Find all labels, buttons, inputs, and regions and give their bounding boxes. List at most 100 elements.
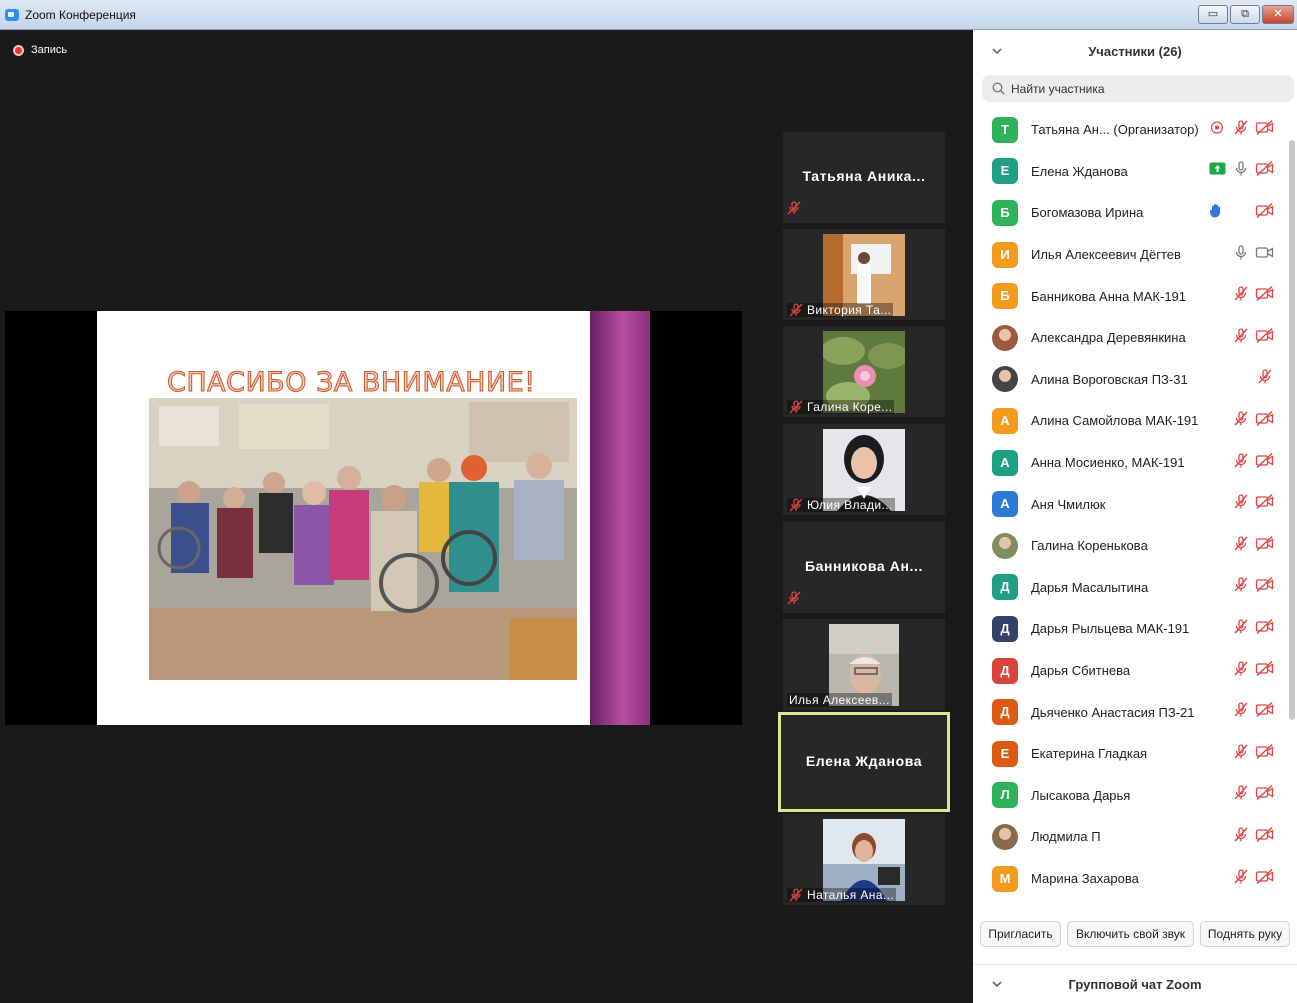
- chat-header[interactable]: Групповой чат Zoom: [973, 964, 1297, 1003]
- video-tile[interactable]: Банникова Ан...: [783, 522, 945, 613]
- active-speaker-tile[interactable]: Елена Жданова: [778, 712, 950, 812]
- participant-row[interactable]: Б Банникова Анна МАК-191: [973, 275, 1285, 317]
- participant-row[interactable]: Д Дарья Рыльцева МАК-191: [973, 608, 1285, 650]
- participant-row[interactable]: Галина Кореньковa: [973, 525, 1285, 567]
- camera-off-icon[interactable]: [1255, 452, 1275, 473]
- participants-title: Участники (26): [1088, 44, 1182, 59]
- camera-icon[interactable]: [1255, 244, 1275, 265]
- participant-row[interactable]: А Анна Мосиенко, МАК-191: [973, 442, 1285, 484]
- mic-muted-icon[interactable]: [1233, 660, 1249, 681]
- avatar: [992, 823, 1018, 850]
- participant-row[interactable]: Д Дьяченко Анастасия ПЗ-21: [973, 691, 1285, 733]
- recording-indicator[interactable]: Запись: [13, 44, 67, 56]
- participant-name: Лысакова Дарья: [1031, 787, 1131, 803]
- restore-button[interactable]: ⧉: [1230, 5, 1260, 24]
- camera-off-icon[interactable]: [1255, 826, 1275, 847]
- participant-row[interactable]: Д Дарья Сбитнева: [973, 650, 1285, 692]
- search-box[interactable]: [982, 75, 1294, 102]
- participant-row[interactable]: Александра Деревянкина: [973, 317, 1285, 359]
- participant-name: Анна Мосиенко, МАК-191: [1031, 455, 1185, 471]
- mic-muted-icon[interactable]: [1233, 743, 1249, 764]
- avatar: Д: [992, 615, 1018, 642]
- avatar: И: [992, 241, 1018, 268]
- camera-off-icon[interactable]: [1255, 327, 1275, 348]
- mic-muted-icon[interactable]: [1233, 785, 1249, 806]
- participant-row[interactable]: Б Богомазова Ирина: [973, 192, 1285, 234]
- video-tile[interactable]: Виктория Та...: [783, 229, 945, 320]
- camera-off-icon[interactable]: [1255, 119, 1275, 140]
- video-tile[interactable]: Татьяна Аника...: [783, 132, 945, 223]
- slide-title: СПАСИБО ЗА ВНИМАНИЕ!: [167, 367, 536, 399]
- camera-off-icon[interactable]: [1255, 494, 1275, 515]
- avatar: А: [992, 407, 1018, 434]
- camera-off-icon[interactable]: [1255, 535, 1275, 556]
- participant-row[interactable]: Т Татьяна Ан... (Организатор): [973, 109, 1285, 151]
- mic-muted-icon[interactable]: [1233, 410, 1249, 431]
- mic-muted-icon[interactable]: [1233, 327, 1249, 348]
- participant-list-scrollbar[interactable]: [1289, 140, 1295, 720]
- participant-row[interactable]: Д Дарья Масалытина: [973, 567, 1285, 609]
- recording-label: Запись: [31, 44, 68, 56]
- record-icon: [13, 44, 24, 56]
- camera-off-icon[interactable]: [1255, 785, 1275, 806]
- mic-muted-icon[interactable]: [1233, 826, 1249, 847]
- tile-label: Юлия Влади...: [787, 498, 895, 512]
- participant-row[interactable]: А Аня Чмилюк: [973, 483, 1285, 525]
- microphone-icon[interactable]: [1233, 244, 1249, 265]
- camera-off-icon[interactable]: [1255, 660, 1275, 681]
- participant-name: Дарья Масалытина: [1031, 579, 1149, 595]
- participant-row[interactable]: Алина Вороговская ПЗ-31: [973, 359, 1285, 401]
- participant-row[interactable]: Е Екатерина Гладкая: [973, 733, 1285, 775]
- avatar: А: [992, 449, 1018, 476]
- microphone-icon[interactable]: [1233, 161, 1249, 182]
- mic-muted-icon: [789, 888, 803, 902]
- camera-off-icon[interactable]: [1255, 618, 1275, 639]
- camera-off-icon[interactable]: [1255, 743, 1275, 764]
- mic-muted-icon[interactable]: [1233, 286, 1249, 307]
- participant-row[interactable]: Людмила П: [973, 816, 1285, 858]
- camera-off-icon[interactable]: [1255, 410, 1275, 431]
- shared-screen[interactable]: СПАСИБО ЗА ВНИМАНИЕ!: [5, 311, 742, 725]
- camera-off-icon[interactable]: [1255, 577, 1275, 598]
- invite-button[interactable]: Пригласить: [980, 921, 1061, 947]
- video-tile[interactable]: Юлия Влади...: [783, 424, 945, 515]
- participant-name: Марина Захарова: [1031, 871, 1139, 887]
- video-tile[interactable]: Наталья Ана...: [783, 814, 945, 905]
- mic-muted-icon: [787, 201, 801, 220]
- mic-muted-icon: [787, 591, 801, 610]
- video-tile[interactable]: Илья Алексеев...: [783, 619, 945, 710]
- mic-muted-icon[interactable]: [1233, 577, 1249, 598]
- mic-muted-icon[interactable]: [1233, 452, 1249, 473]
- mic-muted-icon[interactable]: [1233, 618, 1249, 639]
- video-tile[interactable]: Галина Коре...: [783, 326, 945, 417]
- camera-off-icon[interactable]: [1255, 286, 1275, 307]
- camera-off-icon[interactable]: [1255, 868, 1275, 889]
- participant-name: Аня Чмилюк: [1031, 496, 1106, 512]
- camera-off-icon[interactable]: [1255, 702, 1275, 723]
- participant-row[interactable]: Е Елена Жданова: [973, 151, 1285, 193]
- tile-label: Илья Алексеев...: [787, 693, 892, 707]
- panel-header: Участники (26): [973, 30, 1297, 74]
- search-input[interactable]: [1011, 81, 1281, 96]
- mic-muted-icon[interactable]: [1233, 535, 1249, 556]
- raise-hand-button[interactable]: Поднять руку: [1200, 921, 1290, 947]
- camera-off-icon[interactable]: [1255, 161, 1275, 182]
- participant-row[interactable]: А Алина Самойлова МАК-191: [973, 400, 1285, 442]
- slide-decoration-bar: [590, 311, 650, 725]
- minimize-button[interactable]: ▭: [1198, 5, 1228, 24]
- close-button[interactable]: ✕: [1262, 5, 1294, 24]
- mic-muted-icon[interactable]: [1233, 119, 1249, 140]
- camera-off-icon[interactable]: [1255, 202, 1275, 223]
- participant-row[interactable]: И Илья Алексеевич Дёгтев: [973, 234, 1285, 276]
- participant-name: Банникова Анна МАК-191: [1031, 288, 1187, 304]
- participant-row[interactable]: М Марина Захарова: [973, 858, 1285, 900]
- avatar: Е: [992, 158, 1018, 185]
- participant-row[interactable]: Л Лысакова Дарья: [973, 775, 1285, 817]
- mic-muted-icon[interactable]: [1233, 702, 1249, 723]
- unmute-button[interactable]: Включить свой звук: [1067, 921, 1194, 947]
- avatar: Е: [992, 740, 1018, 767]
- mic-muted-icon[interactable]: [1233, 868, 1249, 889]
- mic-muted-icon[interactable]: [1257, 369, 1273, 390]
- mic-muted-icon: [789, 400, 803, 414]
- mic-muted-icon[interactable]: [1233, 494, 1249, 515]
